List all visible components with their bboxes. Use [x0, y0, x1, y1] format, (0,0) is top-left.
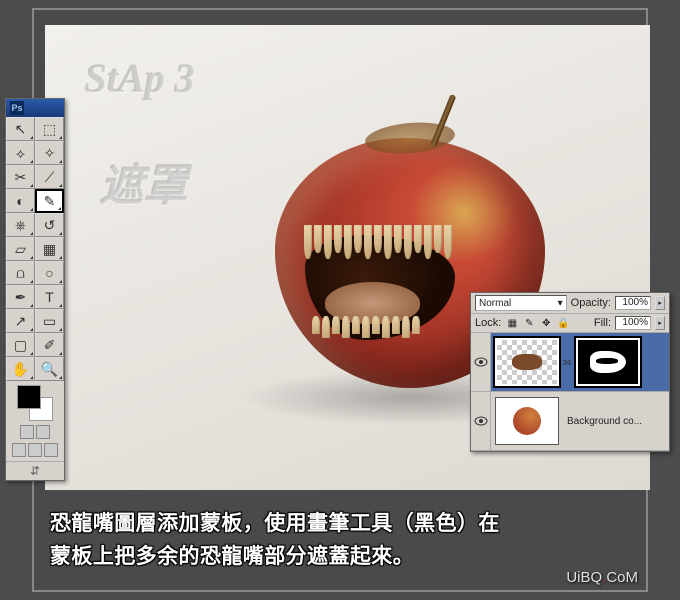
crop-tool[interactable]: ✂ — [6, 165, 35, 189]
opacity-input[interactable]: 100% — [615, 296, 651, 310]
zoom-tool[interactable]: 🔍 — [35, 357, 64, 381]
instruction-caption: 恐龍嘴圖層添加蒙板，使用畫筆工具（黑色）在 蒙板上把多余的恐龍嘴部分遮蓋起來。 — [50, 508, 630, 573]
pen-tool[interactable]: ✒ — [6, 285, 35, 309]
fill-input[interactable]: 100% — [615, 316, 651, 330]
color-swatches[interactable] — [17, 385, 53, 421]
visibility-toggle[interactable] — [471, 333, 491, 391]
quick-mask-button[interactable] — [36, 425, 50, 439]
healing-brush-tool[interactable]: ◐ — [6, 189, 35, 213]
shape-tool[interactable]: ▭ — [35, 309, 64, 333]
magic-wand-tool[interactable]: ✧ — [35, 141, 64, 165]
screen-mode-2[interactable] — [28, 443, 42, 457]
blend-opacity-row: Normal ▾ Opacity: 100% ▸ — [471, 293, 669, 314]
lock-fill-row: Lock: ▦ ✎ ✥ 🔒 Fill: 100% ▸ — [471, 314, 669, 333]
hand-tool[interactable]: ✋ — [6, 357, 35, 381]
screen-mode-3[interactable] — [44, 443, 58, 457]
marquee-tool[interactable]: ⬚ — [35, 117, 64, 141]
blur-tool[interactable]: ⩍ — [6, 261, 35, 285]
layer-thumbnail[interactable] — [495, 338, 559, 386]
lock-transparency-button[interactable]: ▦ — [505, 316, 519, 330]
history-brush-tool[interactable]: ↺ — [35, 213, 64, 237]
blend-mode-select[interactable]: Normal ▾ — [475, 295, 567, 311]
foreground-color-swatch[interactable] — [17, 385, 41, 409]
standard-mode-button[interactable] — [20, 425, 34, 439]
blend-mode-value: Normal — [479, 298, 511, 309]
slice-tool[interactable]: ⟋ — [35, 165, 64, 189]
layer-list: ⟗ Background co... — [471, 333, 669, 451]
fill-flyout-button[interactable]: ▸ — [655, 316, 665, 330]
eye-icon — [474, 357, 488, 367]
lower-teeth — [311, 316, 421, 338]
layer-mask-thumbnail[interactable] — [576, 338, 640, 386]
tools-panel-header[interactable]: Ps — [6, 99, 64, 117]
layers-panel: Normal ▾ Opacity: 100% ▸ Lock: ▦ ✎ ✥ 🔒 F… — [470, 292, 670, 452]
eye-icon — [474, 416, 488, 426]
move-tool[interactable]: ↖ — [6, 117, 35, 141]
screen-mode-1[interactable] — [12, 443, 26, 457]
link-icon: ⟗ — [563, 357, 572, 368]
lock-label: Lock: — [475, 317, 501, 329]
eyedropper-tool[interactable]: ✐ — [35, 333, 64, 357]
mask-label: 遮罩 — [100, 150, 188, 214]
lock-all-button[interactable]: 🔒 — [556, 316, 570, 330]
path-select-tool[interactable]: ↗ — [6, 309, 35, 333]
opacity-label: Opacity: — [571, 297, 611, 309]
tool-grid: ↖⬚⟡✧✂⟋◐✎⎈↺▱▦⩍○✒T↗▭▢✐✋🔍 — [6, 117, 64, 381]
color-swatch-area — [6, 381, 64, 461]
fill-label: Fill: — [594, 317, 611, 329]
lock-buttons: ▦ ✎ ✥ 🔒 — [505, 316, 570, 330]
watermark: UiBQ.CoM — [566, 569, 638, 586]
dodge-tool[interactable]: ○ — [35, 261, 64, 285]
jump-to-button[interactable]: ⇵ — [6, 461, 64, 480]
brush-tool[interactable]: ✎ — [35, 189, 64, 213]
visibility-toggle[interactable] — [471, 392, 491, 450]
eraser-tool[interactable]: ▱ — [6, 237, 35, 261]
lasso-tool[interactable]: ⟡ — [6, 141, 35, 165]
lock-position-button[interactable]: ✥ — [539, 316, 553, 330]
gradient-tool[interactable]: ▦ — [35, 237, 64, 261]
caption-line-1: 恐龍嘴圖層添加蒙板，使用畫筆工具（黑色）在 — [50, 508, 630, 541]
layer-row-background[interactable]: Background co... — [471, 392, 669, 451]
screen-mode-row — [12, 443, 58, 457]
layer-row-mouth[interactable]: ⟗ — [471, 333, 669, 392]
chevron-down-icon: ▾ — [558, 298, 563, 309]
layer-name-label: Background co... — [563, 416, 665, 427]
upper-teeth — [303, 225, 453, 259]
type-tool[interactable]: T — [35, 285, 64, 309]
caption-line-2: 蒙板上把多余的恐龍嘴部分遮蓋起來。 — [50, 541, 630, 574]
quick-mask-row — [20, 425, 50, 439]
layer-thumbnail[interactable] — [495, 397, 559, 445]
step-label: StAp 3 — [85, 55, 195, 102]
photoshop-logo-icon: Ps — [10, 101, 24, 115]
tools-panel: Ps ↖⬚⟡✧✂⟋◐✎⎈↺▱▦⩍○✒T↗▭▢✐✋🔍 ⇵ — [5, 98, 65, 481]
dinosaur-mouth — [285, 220, 475, 355]
notes-tool[interactable]: ▢ — [6, 333, 35, 357]
lock-pixels-button[interactable]: ✎ — [522, 316, 536, 330]
opacity-flyout-button[interactable]: ▸ — [655, 296, 665, 310]
clone-stamp-tool[interactable]: ⎈ — [6, 213, 35, 237]
